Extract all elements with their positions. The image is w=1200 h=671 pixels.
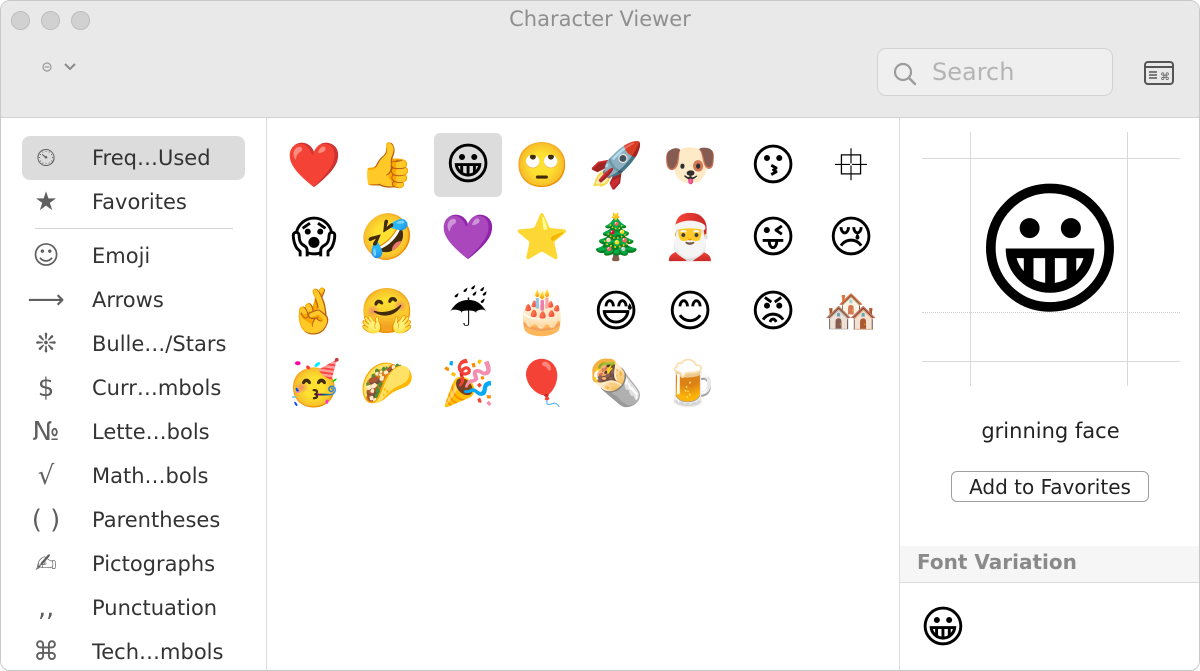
sidebar-item-favorites[interactable]: ★ Favorites	[22, 180, 245, 224]
sidebar-item-label: Math…bols	[92, 464, 209, 488]
emoji-cell[interactable]: 😊	[656, 280, 724, 344]
emoji-cell[interactable]: 🎈	[508, 352, 576, 416]
category-sidebar: ⏲ Freq…Used ★ Favorites ☺ Emoji ⟶ Arrows…	[1, 118, 267, 670]
emoji-cell[interactable]: ⯐	[817, 134, 885, 198]
emoji-cell[interactable]: 🚀	[582, 134, 650, 198]
filter-icon	[42, 62, 52, 72]
keyboard-viewer-icon[interactable]: ⌘	[1144, 61, 1174, 85]
emoji-cell[interactable]: 🏘️	[817, 280, 885, 344]
arrow-icon: ⟶	[27, 285, 65, 315]
emoji-cell[interactable]: 🎂	[508, 280, 576, 344]
clock-icon: ⏲	[35, 143, 57, 173]
emoji-cell[interactable]: 😜	[739, 206, 807, 270]
sidebar-item-punctuation[interactable]: ‚, Punctuation	[22, 586, 245, 630]
emoji-cell[interactable]: ❤️	[280, 134, 348, 198]
emoji-cell[interactable]: 🎄	[582, 206, 650, 270]
svg-text:⌘: ⌘	[1160, 72, 1170, 83]
star-icon: ★	[34, 187, 58, 217]
emoji-cell[interactable]: 💜	[434, 206, 502, 270]
chevron-down-icon	[64, 63, 76, 71]
character-preview: 😀	[973, 166, 1127, 336]
font-variation-header: Font Variation	[900, 546, 1199, 583]
sidebar-item-label: Punctuation	[92, 596, 218, 620]
emoji-cell[interactable]: 🐶	[656, 134, 724, 198]
writing-hand-icon: ✍	[35, 549, 57, 579]
sidebar-item-label: Emoji	[92, 244, 151, 268]
emoji-cell[interactable]: 😅	[582, 280, 650, 344]
parentheses-icon: ( )	[31, 505, 61, 535]
emoji-cell[interactable]: 😱	[280, 206, 348, 270]
sidebar-item-label: Curr…mbols	[92, 376, 222, 400]
emoji-cell[interactable]: 🍺	[656, 352, 724, 416]
character-grid: ❤️ 👍 😀 🙄 🚀 🐶 😗 ⯐ 😱 🤣 💜 ⭐ 🎄 🎅 😜 😢 🤞 🤗 ☔ 🎂…	[267, 118, 899, 670]
sidebar-item-emoji[interactable]: ☺ Emoji	[22, 234, 245, 278]
emoji-cell[interactable]: 😗	[739, 134, 807, 198]
emoji-cell[interactable]: 😢	[817, 206, 885, 270]
emoji-cell[interactable]: 🎉	[434, 352, 502, 416]
sidebar-item-frequently-used[interactable]: ⏲ Freq…Used	[22, 136, 245, 180]
emoji-cell[interactable]: 🙄	[508, 134, 576, 198]
titlebar: Character Viewer Search ⌘	[1, 1, 1199, 118]
smiley-icon: ☺	[32, 241, 60, 271]
punctuation-icon: ‚,	[37, 593, 55, 623]
emoji-cell[interactable]: 👍	[353, 134, 421, 198]
sidebar-item-label: Favorites	[92, 190, 187, 214]
emoji-cell[interactable]: 😡	[739, 280, 807, 344]
sidebar-item-bullets-stars[interactable]: ❊ Bulle…/Stars	[22, 322, 245, 366]
character-name: grinning face	[981, 419, 1120, 443]
search-placeholder: Search	[932, 58, 1015, 86]
window-title: Character Viewer	[509, 7, 691, 31]
add-to-favorites-button[interactable]: Add to Favorites	[951, 471, 1149, 502]
emoji-cell[interactable]: 🤞	[280, 280, 348, 344]
emoji-cell[interactable]: 🤗	[353, 280, 421, 344]
sidebar-item-math-symbols[interactable]: √ Math…bols	[22, 454, 245, 498]
command-key-icon: ⌘	[33, 637, 59, 667]
character-detail-panel: 😀 grinning face Add to Favorites Font Va…	[899, 118, 1199, 670]
sidebar-item-label: Freq…Used	[92, 146, 211, 170]
font-variation-title: Font Variation	[917, 550, 1077, 574]
sidebar-item-arrows[interactable]: ⟶ Arrows	[22, 278, 245, 322]
sidebar-item-label: Tech…mbols	[92, 640, 224, 664]
display-filter-menu[interactable]	[41, 61, 77, 73]
emoji-cell[interactable]: 🥳	[280, 352, 348, 416]
font-variation-item[interactable]: 😀	[920, 606, 966, 650]
search-icon	[893, 62, 917, 86]
sidebar-item-parentheses[interactable]: ( ) Parentheses	[22, 498, 245, 542]
sidebar-item-label: Parentheses	[92, 508, 221, 532]
emoji-cell[interactable]: 🤣	[353, 206, 421, 270]
sidebar-divider	[35, 228, 233, 229]
sidebar-item-label: Bulle…/Stars	[92, 332, 227, 356]
sidebar-item-label: Pictographs	[92, 552, 216, 576]
numero-icon: №	[32, 417, 60, 447]
emoji-cell[interactable]: 🎅	[656, 206, 724, 270]
character-viewer-window: Character Viewer Search ⌘ ⏲ Freq…Used ★ …	[0, 0, 1200, 671]
sidebar-item-currency-symbols[interactable]: $ Curr…mbols	[22, 366, 245, 410]
sidebar-item-pictographs[interactable]: ✍ Pictographs	[22, 542, 245, 586]
emoji-cell[interactable]: 🌯	[582, 352, 650, 416]
asterisk-icon: ❊	[35, 329, 57, 359]
dollar-icon: $	[37, 373, 55, 403]
sidebar-item-letterlike-symbols[interactable]: № Lette…bols	[22, 410, 245, 454]
emoji-cell[interactable]: 🌮	[353, 352, 421, 416]
sidebar-item-technical-symbols[interactable]: ⌘ Tech…mbols	[22, 630, 245, 670]
search-field[interactable]: Search	[877, 48, 1113, 96]
square-root-icon: √	[37, 461, 55, 491]
sidebar-item-label: Arrows	[92, 288, 164, 312]
glyph-guide-line	[922, 158, 1180, 159]
glyph-guide-line	[922, 361, 1180, 362]
sidebar-item-label: Lette…bols	[92, 420, 210, 444]
emoji-cell[interactable]: ⭐	[508, 206, 576, 270]
emoji-cell-selected[interactable]: 😀	[434, 133, 502, 197]
emoji-cell[interactable]: ☔	[434, 280, 502, 344]
